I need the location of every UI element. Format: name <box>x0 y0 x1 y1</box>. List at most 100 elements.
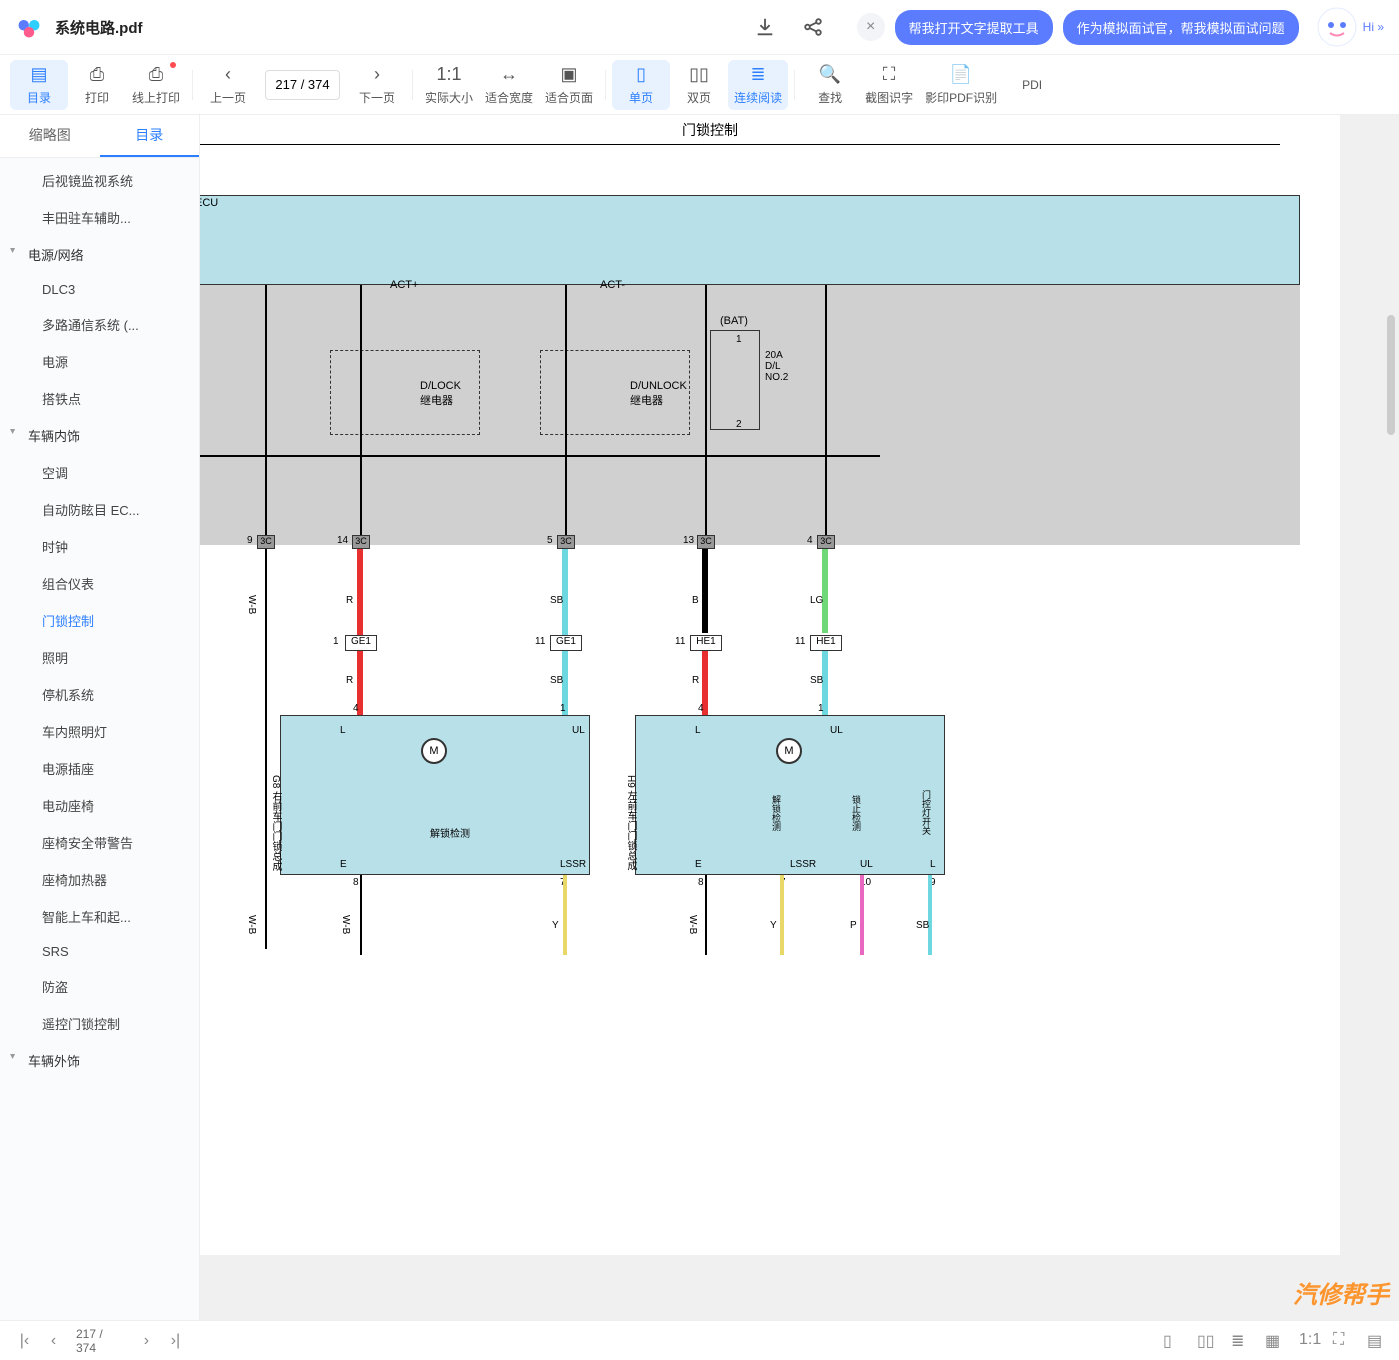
viewer-bottom-toolbar: ▯ ▯▯ ≣ ▦ 1:1 ⛶ ▤ <box>200 1320 1399 1360</box>
fit-width-button[interactable]: ↔ 适合宽度 <box>479 60 539 110</box>
y-legend: Y <box>552 920 559 931</box>
chevron-left-icon: ‹ <box>225 64 231 86</box>
toc-item[interactable]: 空调 <box>0 454 199 491</box>
sb-legend: SB <box>550 595 563 606</box>
catalog-icon: ▤ <box>30 64 47 86</box>
viewer-scrollbar[interactable] <box>1387 115 1397 1320</box>
pin-4: 4 <box>807 535 813 546</box>
toc-item[interactable]: 电源 <box>0 343 199 380</box>
toc-item[interactable]: DLC3 <box>0 273 199 306</box>
ai-prompt-1[interactable]: 帮我打开文字提取工具 <box>895 10 1053 45</box>
toc-item[interactable]: 车辆内饰 <box>0 417 199 454</box>
online-print-label: 线上打印 <box>132 89 180 106</box>
conn-3c: 3C <box>557 535 575 549</box>
pin-5: 5 <box>547 535 553 546</box>
toc-item[interactable]: 智能上车和起... <box>0 898 199 935</box>
toc-list[interactable]: 后视镜监视系统丰田驻车辅助...电源/网络DLC3多路通信系统 (...电源搭铁… <box>0 158 199 1320</box>
toc-item[interactable]: 电源插座 <box>0 750 199 787</box>
toc-item[interactable]: 防盗 <box>0 968 199 1005</box>
view-mode-single-icon[interactable]: ▯ <box>1163 1331 1183 1351</box>
pin-9: 9 <box>247 535 253 546</box>
toc-item[interactable]: 座椅安全带警告 <box>0 824 199 861</box>
view-mode-double-icon[interactable]: ▯▯ <box>1197 1331 1217 1351</box>
toc-item[interactable]: 门锁控制 <box>0 602 199 639</box>
tab-toc[interactable]: 目录 <box>100 115 200 157</box>
page-number-input[interactable] <box>265 70 340 100</box>
wire-h <box>200 455 880 457</box>
single-page-button[interactable]: ▯ 单页 <box>612 60 670 110</box>
conn-3c: 3C <box>697 535 715 549</box>
double-page-icon: ▯▯ <box>689 64 709 86</box>
zoom-11-icon[interactable]: 1:1 <box>1299 1331 1319 1351</box>
toc-item[interactable]: 电动座椅 <box>0 787 199 824</box>
wb-legend: W-B <box>246 595 257 614</box>
print-label: 打印 <box>85 89 109 106</box>
toc-item[interactable]: 后视镜监视系统 <box>0 162 199 199</box>
toc-item[interactable]: 电源/网络 <box>0 236 199 273</box>
actual-size-button[interactable]: 1:1 实际大小 <box>419 60 479 110</box>
view-mode-grid-icon[interactable]: ▦ <box>1265 1331 1285 1351</box>
fit-icon[interactable]: ⛶ <box>1333 1331 1353 1351</box>
pdf-ocr-button[interactable]: 📄 影印PDF识别 <box>919 60 1003 110</box>
main-area: 缩略图 目录 后视镜监视系统丰田驻车辅助...电源/网络DLC3多路通信系统 (… <box>0 115 1399 1320</box>
catalog-button[interactable]: ▤ 目录 <box>10 60 68 110</box>
snip-ocr-button[interactable]: ⛶ 截图识字 <box>859 60 919 110</box>
pdf-viewer[interactable]: 门锁控制 ECU ACT+ ACT- D/LOCK 继电器 D/UNLOCK 继… <box>200 115 1399 1320</box>
prev-page-button[interactable]: ‹ 上一页 <box>199 60 257 110</box>
toc-item[interactable]: 组合仪表 <box>0 565 199 602</box>
fit-page-button[interactable]: ▣ 适合页面 <box>539 60 599 110</box>
next-page-button[interactable]: › 下一页 <box>348 60 406 110</box>
fit-width-icon: ↔ <box>500 64 518 86</box>
toc-item[interactable]: 时钟 <box>0 528 199 565</box>
page-mode-icon[interactable]: ▤ <box>1367 1331 1387 1351</box>
he1-n: 11 <box>675 636 685 647</box>
toc-item[interactable]: 照明 <box>0 639 199 676</box>
toc-item[interactable]: 自动防眩目 EC... <box>0 491 199 528</box>
continuous-label: 连续阅读 <box>734 89 782 106</box>
m2-lbl1: 解锁检测 <box>770 795 783 831</box>
he1-box2: HE1 <box>810 635 842 651</box>
ecu-label: ECU <box>200 197 218 209</box>
scrollbar-thumb[interactable] <box>1387 315 1395 435</box>
wire-yel <box>563 875 567 955</box>
print-button[interactable]: ⎙ 打印 <box>68 60 126 110</box>
close-prompts-button[interactable]: × <box>857 13 885 41</box>
first-page-button[interactable]: |‹ <box>13 1329 36 1353</box>
pdf-tool-button[interactable]: PDI <box>1003 60 1061 110</box>
avatar-icon[interactable] <box>1317 7 1357 47</box>
toc-item[interactable]: 多路通信系统 (... <box>0 306 199 343</box>
conn-3c: 3C <box>817 535 835 549</box>
next-page-nav[interactable]: › <box>135 1329 158 1353</box>
m1-LSSR: LSSR <box>560 859 586 870</box>
double-label: 双页 <box>687 89 711 106</box>
last-page-button[interactable]: ›| <box>164 1329 187 1353</box>
tab-thumbnail[interactable]: 缩略图 <box>0 115 100 157</box>
prev-page-nav[interactable]: ‹ <box>42 1329 65 1353</box>
toc-item[interactable]: 车辆外饰 <box>0 1042 199 1079</box>
continuous-button[interactable]: ≣ 连续阅读 <box>728 60 788 110</box>
view-mode-cont-icon[interactable]: ≣ <box>1231 1331 1251 1351</box>
toc-item[interactable]: 停机系统 <box>0 676 199 713</box>
download-icon[interactable] <box>753 15 777 39</box>
prev-label: 上一页 <box>210 89 246 106</box>
toc-item[interactable]: 座椅加热器 <box>0 861 199 898</box>
actual-size-icon: 1:1 <box>437 64 462 86</box>
search-button[interactable]: 🔍 查找 <box>801 60 859 110</box>
toc-item[interactable]: 遥控门锁控制 <box>0 1005 199 1042</box>
fuse-pin-1: 1 <box>736 334 742 345</box>
share-icon[interactable] <box>801 15 825 39</box>
lg-legend: LG <box>810 595 823 606</box>
toc-item[interactable]: 车内照明灯 <box>0 713 199 750</box>
toc-item[interactable]: SRS <box>0 935 199 968</box>
online-print-button[interactable]: ⎙ 线上打印 <box>126 60 186 110</box>
single-label: 单页 <box>629 89 653 106</box>
ai-prompt-2[interactable]: 作为模拟面试官，帮我模拟面试问题 <box>1063 10 1299 45</box>
toc-item[interactable]: 搭铁点 <box>0 380 199 417</box>
toc-item[interactable]: 丰田驻车辅助... <box>0 199 199 236</box>
double-page-button[interactable]: ▯▯ 双页 <box>670 60 728 110</box>
bat-label: (BAT) <box>720 315 748 327</box>
mpin-4b: 4 <box>698 703 704 714</box>
wire-red <box>357 549 363 715</box>
wire-mag <box>860 875 864 955</box>
m1-UL: UL <box>572 725 585 736</box>
